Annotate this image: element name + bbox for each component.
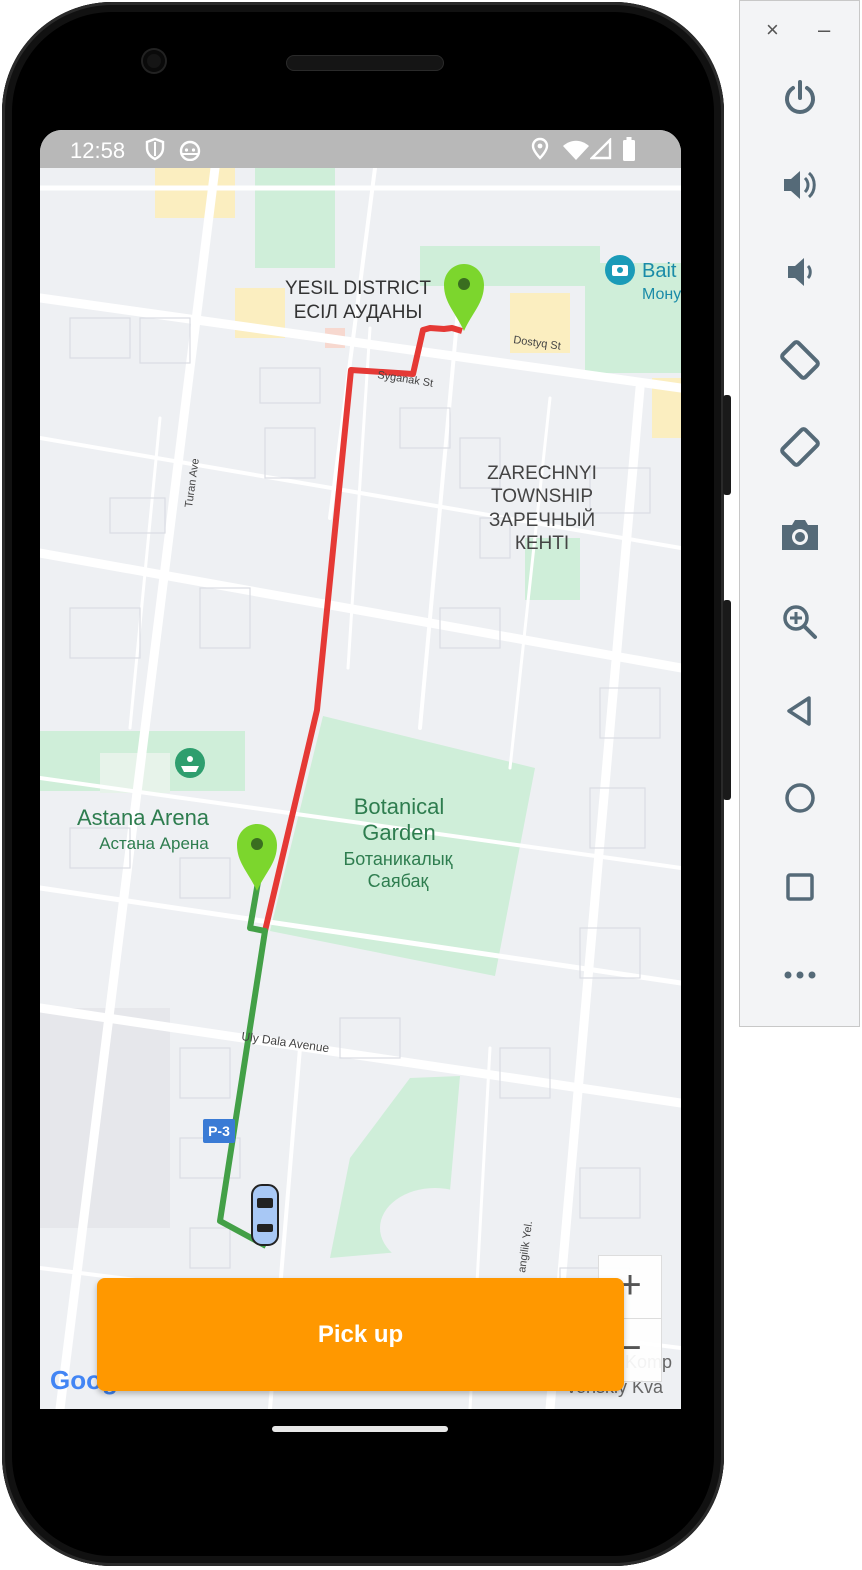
rotate-right-button[interactable] xyxy=(740,412,859,482)
label-arena-en: Astana Arena xyxy=(77,805,210,830)
status-time: 12:58 xyxy=(70,138,126,163)
battery-icon xyxy=(623,137,635,161)
label-baiterek-2: Мону xyxy=(642,286,681,303)
side-button-power[interactable] xyxy=(723,395,731,495)
volume-up-icon xyxy=(783,171,816,199)
camera-poi-icon xyxy=(605,255,635,285)
label-arena-ru: Астана Арена xyxy=(99,834,209,853)
map-area-block xyxy=(380,1188,490,1268)
more-button[interactable] xyxy=(740,940,859,1010)
label-yesil-kz: ЕСІЛ АУДАНЫ xyxy=(294,302,423,323)
wifi-icon xyxy=(563,140,589,160)
earpiece-speaker xyxy=(286,55,444,71)
map-area-block xyxy=(155,168,235,218)
status-bar: 12:58 xyxy=(40,130,681,168)
label-zarechnyi-3: ЗАРЕЧНЫЙ xyxy=(489,509,595,531)
camera-icon xyxy=(781,520,818,550)
more-icon xyxy=(784,971,815,979)
location-icon xyxy=(531,137,549,160)
volume-down-icon xyxy=(787,258,812,286)
label-botanical-2: Garden xyxy=(362,820,435,845)
signal-icon xyxy=(590,138,612,160)
close-icon[interactable]: × xyxy=(766,17,779,43)
label-zarechnyi-2: TOWNSHIP xyxy=(491,486,593,507)
road-badge-label: P-3 xyxy=(208,1123,230,1139)
rotate-left-button[interactable] xyxy=(740,325,859,395)
car-marker-icon[interactable] xyxy=(251,1184,279,1246)
zoom-icon xyxy=(782,605,817,639)
label-botanical-kz1: Ботаникалық xyxy=(343,849,452,869)
gesture-nav-handle[interactable] xyxy=(272,1426,448,1432)
shield-icon xyxy=(145,137,165,161)
android-icon xyxy=(179,140,201,161)
volume-down-button[interactable] xyxy=(740,237,859,307)
zoom-button[interactable] xyxy=(740,587,859,657)
side-button-volume[interactable] xyxy=(723,600,731,800)
back-icon xyxy=(786,696,811,726)
rotate-right-icon xyxy=(779,427,820,467)
label-baiterek-1: Bait xyxy=(642,260,677,282)
home-icon xyxy=(784,783,815,813)
label-yesil-en: YESIL DISTRICT xyxy=(285,278,431,299)
map-park xyxy=(255,168,335,268)
label-botanical-1: Botanical xyxy=(354,794,445,819)
home-button[interactable] xyxy=(740,763,859,833)
screenshot-button[interactable] xyxy=(740,500,859,570)
emulator-toolbar: × – xyxy=(739,0,860,1027)
label-botanical-kz2: Саябақ xyxy=(368,871,429,891)
power-button[interactable] xyxy=(740,63,859,133)
label-zarechnyi-4: КЕНТІ xyxy=(515,533,569,554)
map-view[interactable]: P-3 YESIL DISTRICT ЕСІЛ АУДАНЫ ZARECHNYI… xyxy=(40,168,681,1409)
device-screen: 12:58 P-3 YESIL DISTRICT ЕСІЛ АУДАНЫ ZAR… xyxy=(40,130,681,1409)
overview-button[interactable] xyxy=(740,852,859,922)
volume-up-button[interactable] xyxy=(740,150,859,220)
overview-icon xyxy=(785,873,814,901)
back-button[interactable] xyxy=(740,676,859,746)
minimize-icon[interactable]: – xyxy=(818,17,830,43)
rotate-left-icon xyxy=(779,340,820,380)
label-zarechnyi-1: ZARECHNYI xyxy=(487,463,597,484)
power-icon xyxy=(784,80,815,114)
pick-up-button[interactable]: Pick up xyxy=(97,1278,624,1391)
front-camera xyxy=(143,50,165,72)
stadium-poi-icon xyxy=(175,748,205,778)
